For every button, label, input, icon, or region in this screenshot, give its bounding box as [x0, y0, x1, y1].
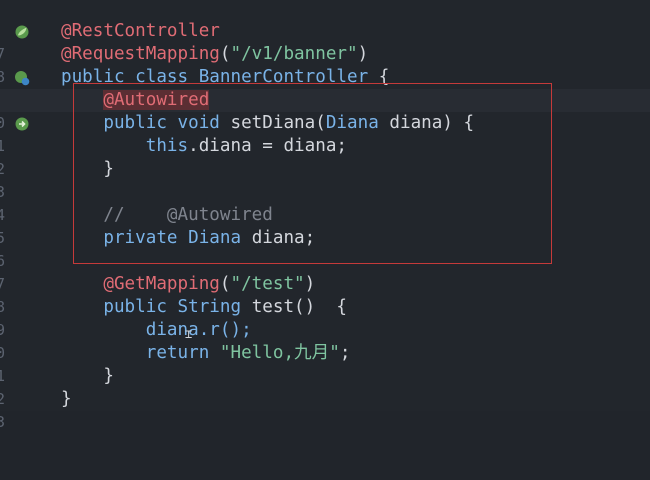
brace: }	[61, 389, 72, 409]
paren: (	[219, 44, 231, 64]
method-signature: test() {	[251, 297, 348, 317]
string-literal: "Hello,九月"	[219, 343, 340, 363]
brace: }	[103, 366, 114, 386]
keyword: return	[145, 343, 210, 363]
highlight-box	[73, 83, 552, 264]
code-line[interactable]: 8 @RequestMapping("/v1/banner")	[0, 43, 650, 86]
code-line[interactable]: 9 public String test() {	[0, 296, 650, 339]
line-number: 3	[0, 413, 6, 431]
mouse-cursor-icon: ⌶	[185, 327, 193, 341]
annotation: @RequestMapping	[61, 44, 220, 64]
annotation: @RestController	[61, 21, 220, 41]
code-line[interactable]: 8 @GetMapping("/test")	[0, 273, 650, 316]
paren: )	[304, 274, 316, 294]
semicolon: ;	[339, 343, 351, 363]
code-editor[interactable]: 7 @RestController 8 @RequestMapping("/v1…	[0, 0, 650, 431]
paren: (	[219, 274, 231, 294]
annotation: @GetMapping	[103, 274, 220, 294]
code-line[interactable]: 2 }	[0, 365, 650, 408]
spring-bean-class-icon[interactable]	[14, 70, 30, 86]
autowired-injection-icon[interactable]	[14, 116, 30, 132]
type-name: String	[177, 297, 242, 317]
code-line[interactable]: 1 return "Hello,九月";	[0, 342, 650, 385]
paren: )	[357, 44, 369, 64]
keyword: public	[103, 297, 167, 317]
code-line[interactable]: 0 diana.r();	[0, 319, 650, 362]
string-literal: "/test"	[230, 274, 305, 294]
string-literal: "/v1/banner"	[230, 44, 358, 64]
method-call: diana.r();	[145, 320, 252, 340]
spring-bean-icon[interactable]	[14, 24, 30, 40]
code-line[interactable]: 3 }	[0, 388, 650, 431]
code-line[interactable]: 7 @RestController	[0, 20, 650, 63]
